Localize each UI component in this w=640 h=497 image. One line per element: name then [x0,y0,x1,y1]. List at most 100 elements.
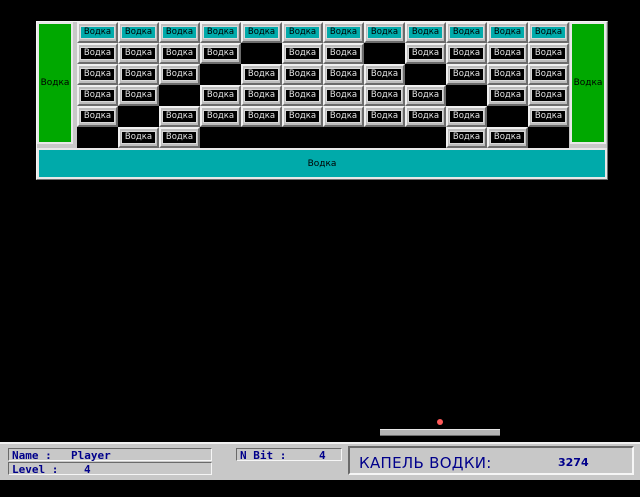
brick-label: Водка [80,68,115,81]
empty-cell [446,85,487,106]
brick-label: Водка [80,89,115,102]
side-wall-right-label: Водка [573,78,603,88]
brick-label: Водка [121,131,156,144]
brick: Водка [323,43,364,64]
brick: Водка [487,85,528,106]
brick-label: Водка [408,89,443,102]
nbit-label: N Bit : [240,449,293,462]
brick: Водка [528,64,569,85]
brick-label: Водка [162,47,197,60]
brick: Водка [118,22,159,43]
brick: Водка [159,64,200,85]
side-wall-left: Водка [37,22,73,144]
brick-label: Водка [490,26,525,39]
paddle[interactable] [380,429,500,436]
brick-label: Водка [121,89,156,102]
brick: Водка [323,64,364,85]
brick-label: Водка [162,110,197,123]
brick-label: Водка [80,26,115,39]
brick-label: Водка [244,110,279,123]
brick: Водка [528,85,569,106]
brick: Водка [77,64,118,85]
brick-label: Водка [490,47,525,60]
brick: Водка [241,85,282,106]
side-wall-left-label: Водка [40,78,70,88]
empty-cell [405,64,446,85]
bottom-wall: Водка [37,148,607,179]
brick-label: Водка [326,110,361,123]
brick-label: Водка [408,26,443,39]
bricks-grid: Водка Водка Водка Водка Водка Водка Водка Водка… [77,22,569,148]
brick: Водка [446,22,487,43]
empty-cell [323,127,364,148]
brick: Водка [364,64,405,85]
brick: Водка [241,22,282,43]
score-label: КАПЕЛЬ ВОДКИ: [359,454,492,472]
brick-label: Водка [203,89,238,102]
brick-label: Водка [121,26,156,39]
empty-cell [528,127,569,148]
brick: Водка [446,43,487,64]
brick-label: Водка [408,47,443,60]
brick: Водка [323,106,364,127]
brick: Водка [241,64,282,85]
brick-label: Водка [162,68,197,81]
brick: Водка [364,85,405,106]
score-value: 3274 [558,456,589,469]
nbit-value: 4 [319,449,326,462]
brick-label: Водка [285,47,320,60]
player-name-value: Player [71,449,111,462]
brick: Водка [118,85,159,106]
brick-label: Водка [326,68,361,81]
empty-cell [118,106,159,127]
brick: Водка [200,22,241,43]
brick-label: Водка [80,47,115,60]
brick: Водка [323,22,364,43]
brick: Водка [282,64,323,85]
brick: Водка [241,106,282,127]
empty-cell [200,64,241,85]
empty-cell [241,127,282,148]
brick: Водка [405,106,446,127]
brick-label: Водка [449,131,484,144]
ball [437,419,443,425]
brick-label: Водка [121,47,156,60]
brick-label: Водка [162,26,197,39]
brick: Водка [118,127,159,148]
brick: Водка [282,85,323,106]
brick-label: Водка [449,47,484,60]
player-name-label: Name : [12,449,59,462]
brick-label: Водка [490,131,525,144]
brick-label: Водка [285,110,320,123]
brick-label: Водка [531,89,566,102]
brick-label: Водка [244,26,279,39]
brick-label: Водка [367,68,402,81]
brick-label: Водка [285,89,320,102]
brick: Водка [487,43,528,64]
empty-cell [405,127,446,148]
brick: Водка [159,22,200,43]
brick-label: Водка [531,26,566,39]
level-panel: Level : 4 [8,462,212,475]
empty-cell [282,127,323,148]
brick: Водка [159,106,200,127]
brick: Водка [282,106,323,127]
bottom-wall-label: Водка [307,158,337,169]
brick-label: Водка [449,68,484,81]
brick: Водка [487,22,528,43]
nbit-panel: N Bit : 4 [236,448,342,461]
level-label: Level : [12,463,65,476]
empty-cell [364,127,405,148]
brick-label: Водка [367,110,402,123]
brick: Водка [77,106,118,127]
brick: Водка [323,85,364,106]
empty-cell [159,85,200,106]
brick: Водка [77,85,118,106]
brick-label: Водка [531,110,566,123]
brick-label: Водка [121,68,156,81]
brick-label: Водка [285,26,320,39]
brick-label: Водка [80,110,115,123]
brick-label: Водка [285,68,320,81]
level-value: 4 [84,463,91,476]
brick: Водка [364,22,405,43]
